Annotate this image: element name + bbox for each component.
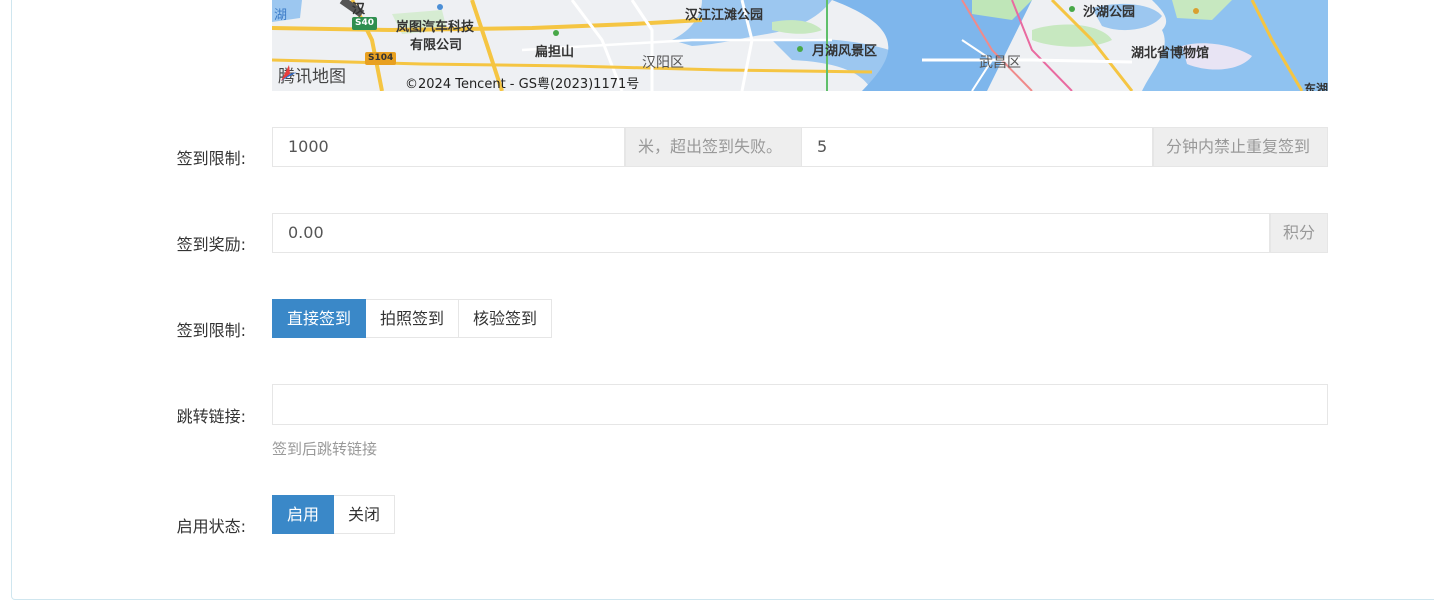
map-label-yuehu: 月湖风景区 [812,44,878,59]
map-label-hubei-museum: 湖北省博物馆 [1131,46,1210,61]
map-label-langtu: 岚图汽车科技 [396,20,475,35]
minutes-input[interactable]: 5 [802,127,1153,167]
status-label: 启用状态: [176,517,246,536]
redirect-link-help: 签到后跳转链接 [272,440,378,458]
map-label-hanyang-district: 汉阳区 [642,55,684,71]
mode-photo-button[interactable]: 拍照签到 [366,299,460,338]
status-disable-button[interactable]: 关闭 [334,495,396,534]
map-label-biandanshan: 扁担山 [535,45,575,60]
distance-input[interactable]: 1000 [272,127,625,167]
redirect-link-group [272,384,1328,425]
map-label-wuchang-district: 武昌区 [979,55,1021,71]
map-label-han: 汉 [352,2,366,17]
mode-verify-button[interactable]: 核验签到 [459,299,553,338]
checkin-mode-toggle: 直接签到 拍照签到 核验签到 [272,299,553,338]
map-label-langtu-2: 有限公司 [410,38,463,53]
redirect-link-input[interactable] [272,384,1328,425]
map-shield-s104: S104 [365,52,397,65]
checkin-reward-label: 签到奖励: [176,235,246,254]
mode-direct-button[interactable]: 直接签到 [272,299,367,338]
tencent-map-logo: 腾讯地图 [278,62,346,87]
checkin-limit-group: 1000 米，超出签到失败。 5 分钟内禁止重复签到 [272,127,1328,167]
status-toggle: 启用 关闭 [272,495,396,534]
location-map[interactable]: 汉 湖 S40 S104 岚图汽车科技 有限公司 扁担山 汉阳区 汉江江滩公园 … [272,0,1328,91]
tencent-map-logo-icon [281,65,297,81]
checkin-mode-label: 签到限制: [176,321,246,340]
map-shield-s40: S40 [352,17,378,30]
minutes-suffix: 分钟内禁止重复签到 [1153,127,1328,167]
reward-suffix: 积分 [1270,213,1328,253]
redirect-link-label: 跳转链接: [176,407,246,426]
map-label-hu: 湖 [274,8,288,23]
map-label-east-lake: 东湖 [1304,82,1328,91]
map-copyright: ©2024 Tencent - GS粤(2023)1171号 [405,77,640,91]
map-label-shahu-park: 沙湖公园 [1083,5,1136,20]
status-enable-button[interactable]: 启用 [272,495,335,534]
checkin-reward-group: 0.00 积分 [272,213,1328,253]
checkin-limit-label: 签到限制: [176,149,246,168]
reward-input[interactable]: 0.00 [272,213,1270,253]
distance-suffix: 米，超出签到失败。 [625,127,802,167]
map-label-hanjiang-park: 汉江江滩公园 [685,8,764,23]
